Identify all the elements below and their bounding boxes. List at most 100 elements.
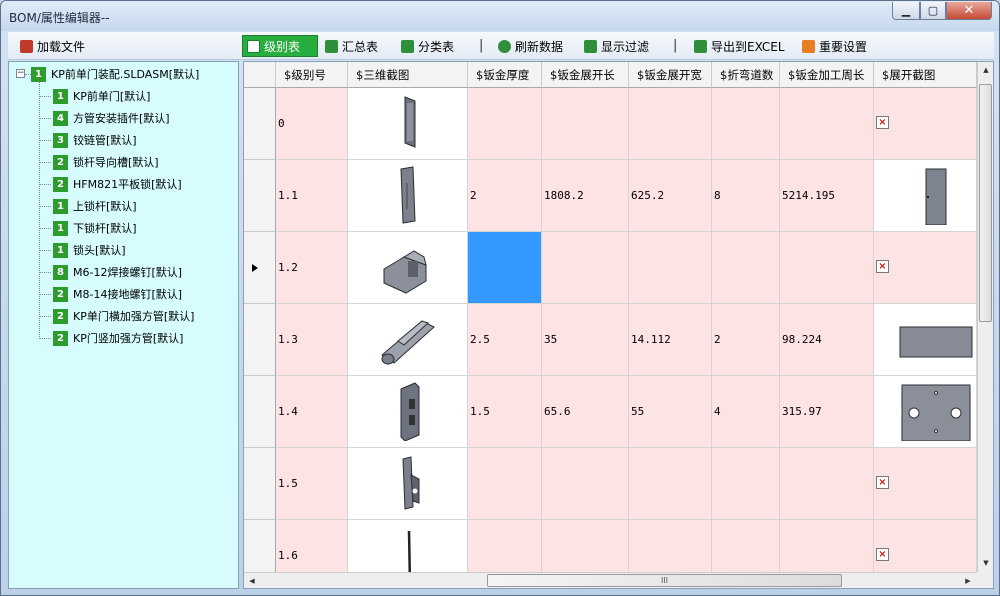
tree-node[interactable]: 1 下锁杆[默认] (53, 219, 137, 237)
cell-level[interactable]: 1.5 (276, 448, 348, 520)
tree-node[interactable]: 1 KP前单门[默认] (53, 87, 150, 105)
cell-width[interactable] (629, 232, 712, 304)
cell-unfold-screenshot[interactable] (874, 304, 977, 376)
horizontal-scrollbar[interactable]: ◀ III ▶ (244, 572, 977, 588)
cell-level[interactable]: 1.3 (276, 304, 348, 376)
column-header[interactable]: $钣金厚度 (468, 62, 542, 88)
tree-connector (39, 272, 51, 273)
row-selector[interactable] (244, 376, 276, 448)
cell-unfold-screenshot[interactable]: × (874, 232, 977, 304)
cell-thickness[interactable] (468, 232, 542, 304)
cell-length[interactable]: 65.6 (542, 376, 629, 448)
column-header[interactable]: $级别号 (276, 62, 348, 88)
cell-length[interactable] (542, 232, 629, 304)
cell-unfold-screenshot[interactable] (874, 376, 977, 448)
cell-width[interactable]: 55 (629, 376, 712, 448)
minimize-button[interactable]: ▁ (892, 2, 920, 20)
summary-table-button[interactable]: 汇总表 (321, 35, 382, 57)
tree-root-node[interactable]: 1 KP前单门装配.SLDASM[默认] (31, 65, 199, 83)
cell-bends[interactable] (712, 448, 780, 520)
important-settings-button[interactable]: 重要设置 (798, 35, 871, 57)
cell-bends[interactable] (712, 232, 780, 304)
part-3d-thumbnail (374, 307, 444, 372)
column-header[interactable]: $钣金展开宽 (629, 62, 712, 88)
cell-perimeter[interactable] (780, 232, 874, 304)
column-header[interactable]: $钣金展开长 (542, 62, 629, 88)
cell-width[interactable]: 625.2 (629, 160, 712, 232)
cell-width[interactable]: 14.112 (629, 304, 712, 376)
cell-length[interactable] (542, 88, 629, 160)
title-bar[interactable]: BOM/属性编辑器-- ▁ ▢ ✕ (1, 1, 999, 31)
tree-node[interactable]: 2 M8-14接地螺钉[默认] (53, 285, 182, 303)
cell-length[interactable]: 1808.2 (542, 160, 629, 232)
tree-node[interactable]: 1 锁头[默认] (53, 241, 126, 259)
cell-bends[interactable]: 2 (712, 304, 780, 376)
collapse-icon[interactable]: − (16, 69, 25, 78)
scroll-left-icon[interactable]: ◀ (244, 573, 260, 588)
cell-thickness[interactable]: 2.5 (468, 304, 542, 376)
tree-connector (39, 206, 51, 207)
column-header[interactable]: $折弯道数 (712, 62, 780, 88)
horizontal-scroll-thumb[interactable]: III (487, 574, 842, 587)
cell-bends[interactable]: 8 (712, 160, 780, 232)
scroll-down-icon[interactable]: ▼ (978, 555, 993, 571)
cell-perimeter[interactable]: 315.97 (780, 376, 874, 448)
cell-thickness[interactable] (468, 88, 542, 160)
maximize-button[interactable]: ▢ (920, 2, 946, 20)
scroll-right-icon[interactable]: ▶ (960, 573, 976, 588)
tree-node[interactable]: 4 方管安装插件[默认] (53, 109, 170, 127)
load-file-button[interactable]: 加载文件 (16, 35, 89, 57)
level-table-button[interactable]: 级别表 (242, 35, 318, 57)
cell-perimeter[interactable] (780, 448, 874, 520)
cell-bends[interactable]: 4 (712, 376, 780, 448)
tree-node[interactable]: 1 上锁杆[默认] (53, 197, 137, 215)
cell-value: 0 (278, 117, 285, 130)
row-selector[interactable] (244, 304, 276, 376)
cell-level[interactable]: 1.4 (276, 376, 348, 448)
cell-width[interactable] (629, 448, 712, 520)
cell-length[interactable] (542, 448, 629, 520)
column-header[interactable]: $三维截图 (348, 62, 468, 88)
row-selector[interactable] (244, 448, 276, 520)
column-header[interactable]: $钣金加工周长 (780, 62, 874, 88)
refresh-button[interactable]: 刷新数据 (494, 35, 567, 57)
cell-3d-screenshot[interactable] (348, 376, 468, 448)
vertical-scrollbar[interactable]: ▲ ▼ (977, 62, 993, 572)
cell-thickness[interactable]: 1.5 (468, 376, 542, 448)
cell-length[interactable]: 35 (542, 304, 629, 376)
cell-bends[interactable] (712, 88, 780, 160)
tree-node[interactable]: 2 HFM821平板锁[默认] (53, 175, 182, 193)
cell-thickness[interactable]: 2 (468, 160, 542, 232)
category-table-button[interactable]: 分类表 (397, 35, 458, 57)
display-filter-button[interactable]: 显示过滤 (580, 35, 653, 57)
cell-perimeter[interactable]: 98.224 (780, 304, 874, 376)
column-header[interactable]: $展开截图 (874, 62, 977, 88)
tree-node[interactable]: 2 KP单门横加强方管[默认] (53, 307, 194, 325)
export-excel-button[interactable]: 导出到EXCEL (690, 35, 789, 57)
tree-node[interactable]: 2 锁杆导向槽[默认] (53, 153, 159, 171)
cell-3d-screenshot[interactable] (348, 448, 468, 520)
cell-3d-screenshot[interactable] (348, 160, 468, 232)
cell-perimeter[interactable] (780, 88, 874, 160)
cell-perimeter[interactable]: 5214.195 (780, 160, 874, 232)
scroll-up-icon[interactable]: ▲ (978, 62, 993, 78)
vertical-scroll-thumb[interactable] (979, 84, 992, 322)
cell-level[interactable]: 1.1 (276, 160, 348, 232)
tree-node[interactable]: 3 铰链管[默认] (53, 131, 137, 149)
cell-thickness[interactable] (468, 448, 542, 520)
close-button[interactable]: ✕ (946, 2, 992, 20)
cell-unfold-screenshot[interactable] (874, 160, 977, 232)
row-selector[interactable] (244, 160, 276, 232)
row-selector[interactable] (244, 88, 276, 160)
cell-unfold-screenshot[interactable]: × (874, 88, 977, 160)
cell-3d-screenshot[interactable] (348, 88, 468, 160)
cell-level[interactable]: 1.2 (276, 232, 348, 304)
cell-3d-screenshot[interactable] (348, 304, 468, 376)
tree-node[interactable]: 8 M6-12焊接螺钉[默认] (53, 263, 182, 281)
tree-node[interactable]: 2 KP门竖加强方管[默认] (53, 329, 183, 347)
cell-width[interactable] (629, 88, 712, 160)
cell-level[interactable]: 0 (276, 88, 348, 160)
cell-3d-screenshot[interactable] (348, 232, 468, 304)
cell-unfold-screenshot[interactable]: × (874, 448, 977, 520)
row-selector[interactable] (244, 232, 276, 304)
